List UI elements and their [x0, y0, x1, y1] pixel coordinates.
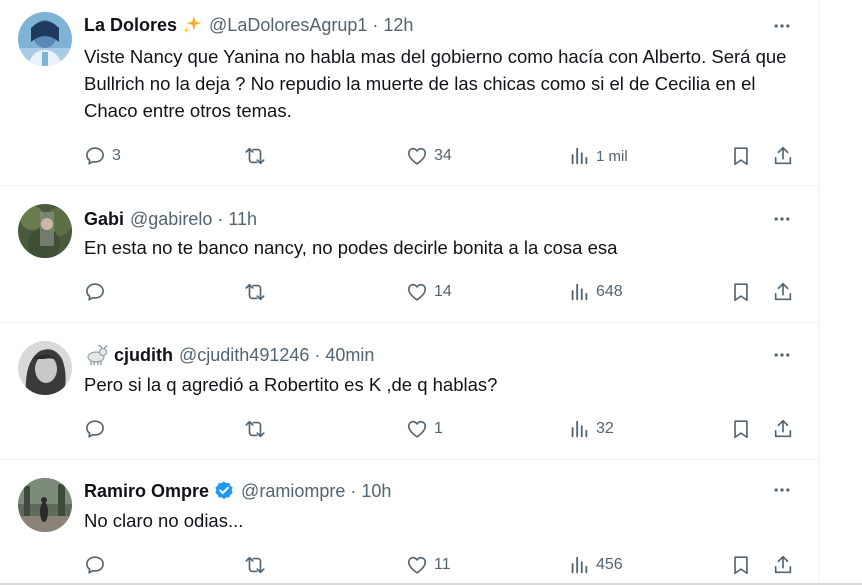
views-button[interactable]: 456 — [568, 551, 623, 579]
views-count: 456 — [596, 556, 623, 573]
views-icon — [571, 556, 588, 574]
action-bar: 1 32 — [84, 415, 804, 443]
reply-button[interactable] — [84, 278, 112, 306]
tweet-text: Pero si la q agredió a Robertito es K ,d… — [84, 374, 498, 395]
user-handle[interactable]: @LaDoloresAgrup1 — [209, 15, 367, 36]
retweet-button[interactable] — [244, 278, 272, 306]
more-options-icon[interactable] — [770, 478, 794, 502]
retweet-icon — [245, 147, 265, 165]
share-button[interactable] — [772, 278, 794, 306]
timestamp[interactable]: 11h — [228, 209, 257, 230]
action-bar: 3 34 1 mil — [84, 142, 804, 170]
share-icon — [774, 146, 792, 165]
retweet-button[interactable] — [244, 415, 272, 443]
share-icon — [774, 282, 792, 301]
views-count: 648 — [596, 283, 623, 300]
reply-icon — [86, 420, 104, 438]
bookmark-icon — [734, 283, 748, 302]
tweet-text: No claro no odias... — [84, 510, 244, 531]
verified-badge-icon — [213, 480, 235, 502]
views-icon — [571, 420, 588, 438]
user-handle[interactable]: @gabirelo — [130, 209, 212, 230]
views-count: 1 mil — [596, 147, 628, 165]
bookmark-button[interactable] — [730, 415, 752, 443]
more-options-icon[interactable] — [770, 14, 794, 38]
more-options-icon[interactable] — [770, 207, 794, 231]
display-name[interactable]: Ramiro Ompre — [84, 481, 209, 502]
timestamp[interactable]: 10h — [361, 481, 391, 502]
like-button[interactable]: 34 — [406, 142, 452, 170]
share-icon — [774, 555, 792, 574]
reply-button[interactable] — [84, 415, 112, 443]
reply-icon — [86, 283, 104, 301]
bookmark-icon — [734, 147, 748, 166]
like-count: 34 — [434, 147, 452, 164]
reply-feed: La Dolores @LaDoloresAgrup1 · 12h Viste … — [0, 0, 820, 585]
retweet-icon — [245, 556, 265, 574]
heart-icon — [407, 283, 427, 301]
like-count: 1 — [434, 420, 443, 437]
views-button[interactable]: 648 — [568, 278, 623, 306]
goat-icon — [84, 344, 108, 366]
bookmark-icon — [734, 420, 748, 439]
heart-icon — [407, 556, 427, 574]
like-count: 11 — [434, 556, 451, 573]
sparkles-icon — [181, 14, 203, 36]
action-bar: 14 648 — [84, 278, 804, 306]
reply-button[interactable]: 3 — [84, 142, 121, 170]
like-count: 14 — [434, 283, 452, 300]
separator-dot: · — [217, 208, 224, 229]
timestamp[interactable]: 40min — [325, 345, 374, 366]
more-options-icon[interactable] — [770, 343, 794, 367]
reply-count: 3 — [112, 147, 121, 164]
share-button[interactable] — [772, 551, 794, 579]
avatar[interactable] — [18, 12, 72, 66]
retweet-button[interactable] — [244, 551, 272, 579]
right-sidebar-edge — [822, 0, 862, 585]
views-button[interactable]: 32 — [568, 415, 614, 443]
retweet-icon — [245, 420, 265, 438]
views-icon — [571, 147, 588, 165]
separator-dot: · — [314, 344, 321, 365]
share-icon — [774, 419, 792, 438]
separator-dot: · — [350, 480, 357, 501]
display-name[interactable]: La Dolores — [84, 15, 177, 36]
retweet-button[interactable] — [244, 142, 272, 170]
heart-icon — [407, 147, 427, 165]
like-button[interactable]: 11 — [406, 551, 451, 579]
tweet-text: En esta no te banco nancy, no podes deci… — [84, 237, 618, 258]
bookmark-button[interactable] — [730, 551, 752, 579]
reply-button[interactable] — [84, 551, 112, 579]
tweet-la-dolores[interactable]: La Dolores @LaDoloresAgrup1 · 12h Viste … — [0, 0, 820, 186]
display-name[interactable]: Gabi — [84, 209, 124, 230]
heart-icon — [407, 420, 427, 438]
reply-icon — [86, 147, 104, 165]
timestamp[interactable]: 12h — [383, 15, 413, 36]
tweet-cjudith[interactable]: cjudith @cjudith491246 · 40min Pero si l… — [0, 323, 820, 460]
bookmark-icon — [734, 556, 748, 575]
views-button[interactable]: 1 mil — [568, 142, 628, 170]
like-button[interactable]: 14 — [406, 278, 452, 306]
avatar[interactable] — [18, 204, 72, 258]
bookmark-button[interactable] — [730, 278, 752, 306]
tweet-ramiro-ompre[interactable]: Ramiro Ompre @ramiompre · 10h No claro n… — [0, 460, 820, 583]
user-handle[interactable]: @ramiompre — [241, 481, 345, 502]
share-button[interactable] — [772, 142, 794, 170]
avatar[interactable] — [18, 341, 72, 395]
retweet-icon — [245, 283, 265, 301]
avatar[interactable] — [18, 478, 72, 532]
action-bar: 11 456 — [84, 551, 804, 579]
like-button[interactable]: 1 — [406, 415, 443, 443]
reply-icon — [86, 556, 104, 574]
views-count: 32 — [596, 420, 614, 437]
tweet-text: Viste Nancy que Yanina no habla mas del … — [84, 46, 787, 121]
views-icon — [571, 283, 588, 301]
separator-dot: · — [372, 14, 379, 35]
tweet-gabi[interactable]: Gabi @gabirelo · 11h En esta no te banco… — [0, 186, 820, 323]
share-button[interactable] — [772, 415, 794, 443]
bookmark-button[interactable] — [730, 142, 752, 170]
user-handle[interactable]: @cjudith491246 — [179, 345, 309, 366]
display-name[interactable]: cjudith — [114, 345, 173, 366]
